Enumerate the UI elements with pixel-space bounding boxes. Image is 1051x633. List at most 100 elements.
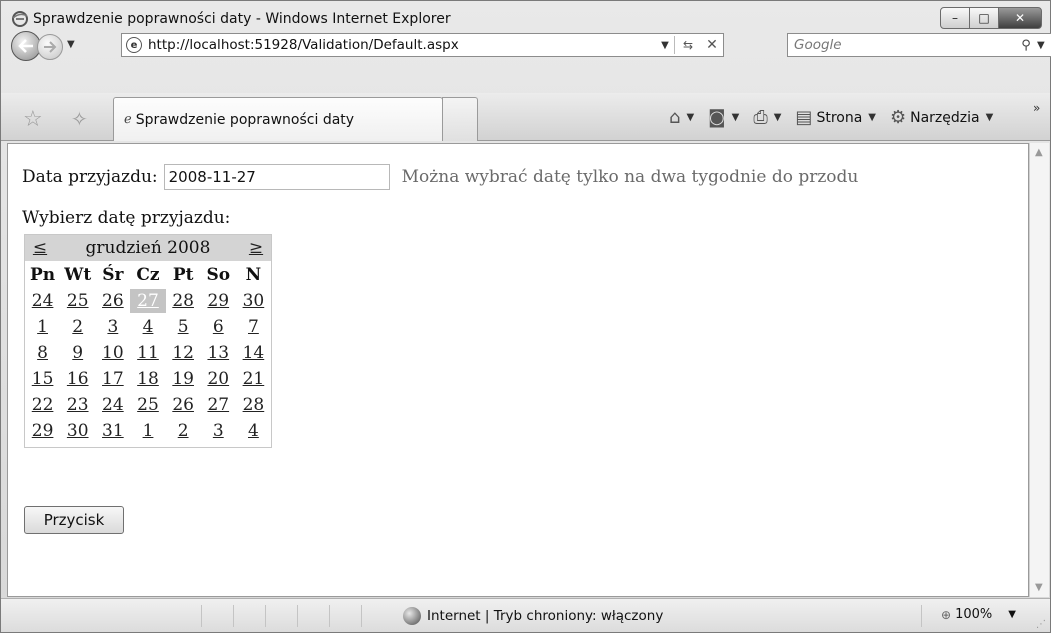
page-icon[interactable]: ▤ <box>795 107 812 128</box>
calendar-day[interactable]: 24 <box>25 289 60 313</box>
calendar-day[interactable]: 2 <box>166 419 201 443</box>
calendar-day[interactable]: 4 <box>236 419 271 443</box>
home-dropdown-icon[interactable]: ▼ <box>686 112 694 123</box>
calendar-caption: Wybierz datę przyjazdu: <box>22 208 231 228</box>
calendar-day[interactable]: 8 <box>25 341 60 365</box>
calendar-day[interactable]: 28 <box>236 393 271 417</box>
search-box[interactable]: Google ⚲ ▼ <box>787 33 1051 57</box>
recent-pages-dropdown-icon[interactable]: ▼ <box>67 39 75 50</box>
calendar-day-selected[interactable]: 27 <box>130 289 166 313</box>
submit-button[interactable]: Przycisk <box>24 506 124 534</box>
new-tab-button[interactable] <box>442 97 478 141</box>
calendar-day[interactable]: 2 <box>60 315 95 339</box>
window-title: Sprawdzenie poprawności daty - Windows I… <box>33 11 451 27</box>
date-input[interactable]: 2008-11-27 <box>163 164 390 190</box>
resize-grip-icon[interactable]: ⋰ <box>1036 619 1046 630</box>
home-icon[interactable]: ⌂ <box>669 107 680 128</box>
status-divider <box>921 605 922 627</box>
stop-icon[interactable]: ✕ <box>701 37 723 53</box>
calendar-day[interactable]: 1 <box>25 315 60 339</box>
calendar-day[interactable]: 24 <box>95 393 130 417</box>
print-dropdown-icon[interactable]: ▼ <box>774 112 782 123</box>
calendar-day[interactable]: 12 <box>166 341 201 365</box>
calendar-grid: Pn Wt Śr Cz Pt So N 24 25 26 27 28 29 30 1 2 3 4 5 6 7 8 9 10 11… <box>25 261 271 447</box>
status-divider <box>265 605 266 627</box>
calendar-day[interactable]: 25 <box>130 393 165 417</box>
maximize-button[interactable]: □ <box>969 7 999 29</box>
scroll-down-icon[interactable]: ▼ <box>1035 582 1043 593</box>
address-dropdown-icon[interactable]: ▼ <box>656 40 674 51</box>
zoom-level: 100% <box>955 607 993 622</box>
calendar-day[interactable]: 17 <box>95 367 130 391</box>
calendar-day-header: Pt <box>172 265 194 285</box>
calendar-day[interactable]: 9 <box>60 341 95 365</box>
feeds-dropdown-icon[interactable]: ▼ <box>732 112 740 123</box>
rss-icon[interactable]: ◙ <box>708 107 725 128</box>
status-divider <box>201 605 202 627</box>
zoom-control[interactable]: ⊕ 100% ▼ <box>941 607 1016 622</box>
zoom-dropdown-icon[interactable]: ▼ <box>1008 609 1016 620</box>
search-dropdown-icon[interactable]: ▼ <box>1037 40 1051 51</box>
calendar-day[interactable]: 16 <box>60 367 95 391</box>
calendar-day[interactable]: 7 <box>236 315 271 339</box>
status-bar: Internet | Tryb chroniony: włączony ⊕ 10… <box>1 598 1050 632</box>
calendar-day[interactable]: 22 <box>25 393 60 417</box>
page-dropdown-icon[interactable]: ▼ <box>868 112 876 123</box>
calendar-month-label: grudzień 2008 <box>85 238 211 258</box>
calendar-day-header: Pn <box>29 265 56 285</box>
address-bar[interactable]: e http://localhost:51928/Validation/Defa… <box>121 33 724 57</box>
next-month-link[interactable]: ≥ <box>241 238 271 258</box>
calendar-day[interactable]: 4 <box>130 315 165 339</box>
calendar-day[interactable]: 11 <box>130 341 165 365</box>
tools-dropdown-icon[interactable]: ▼ <box>986 112 994 123</box>
calendar-day[interactable]: 30 <box>236 289 271 313</box>
gear-icon[interactable]: ⚙ <box>890 107 906 128</box>
calendar-day-header: Wt <box>64 265 92 285</box>
calendar-day[interactable]: 31 <box>95 419 130 443</box>
page-menu-label[interactable]: Strona <box>816 110 862 126</box>
date-row: Data przyjazdu: 2008-11-27 Można wybrać … <box>22 164 858 190</box>
calendar-day[interactable]: 10 <box>95 341 130 365</box>
toolbar-overflow-icon[interactable]: » <box>1033 101 1040 115</box>
security-zone-label: Internet | Tryb chroniony: włączony <box>427 608 664 624</box>
calendar-day[interactable]: 25 <box>60 289 95 313</box>
calendar-day[interactable]: 15 <box>25 367 60 391</box>
calendar-day[interactable]: 29 <box>25 419 60 443</box>
close-button[interactable]: ✕ <box>998 7 1042 29</box>
tab-active[interactable]: ℯ Sprawdzenie poprawności daty <box>113 97 443 141</box>
tools-menu-label[interactable]: Narzędzia <box>910 110 979 126</box>
add-favorites-icon[interactable]: ✧ <box>71 107 88 131</box>
vertical-scrollbar[interactable]: ▲ ▼ <box>1029 143 1049 597</box>
calendar-day[interactable]: 21 <box>236 367 271 391</box>
calendar-day[interactable]: 1 <box>130 419 165 443</box>
calendar-day[interactable]: 19 <box>166 367 201 391</box>
printer-icon[interactable]: ⎙ <box>753 107 767 128</box>
forward-button[interactable] <box>37 34 63 60</box>
calendar-day[interactable]: 26 <box>95 289 130 313</box>
calendar-day[interactable]: 23 <box>60 393 95 417</box>
calendar-day[interactable]: 29 <box>201 289 236 313</box>
scroll-up-icon[interactable]: ▲ <box>1035 147 1043 158</box>
calendar-day[interactable]: 30 <box>60 419 95 443</box>
refresh-icon[interactable]: ⇆ <box>675 38 701 52</box>
favorites-star-icon[interactable]: ☆ <box>23 107 43 132</box>
calendar-day[interactable]: 20 <box>201 367 236 391</box>
prev-month-link[interactable]: ≤ <box>25 238 55 258</box>
security-zone[interactable]: Internet | Tryb chroniony: włączony <box>403 607 663 625</box>
calendar-day[interactable]: 3 <box>95 315 130 339</box>
window-controls: – □ ✕ <box>940 7 1042 29</box>
search-input[interactable]: Google <box>788 37 1015 53</box>
calendar-day[interactable]: 5 <box>166 315 201 339</box>
calendar-day[interactable]: 28 <box>166 289 201 313</box>
search-icon[interactable]: ⚲ <box>1015 38 1037 53</box>
calendar-day[interactable]: 3 <box>201 419 236 443</box>
address-url[interactable]: http://localhost:51928/Validation/Defaul… <box>148 37 656 53</box>
back-arrow-icon <box>18 39 33 53</box>
calendar-day[interactable]: 14 <box>236 341 271 365</box>
minimize-button[interactable]: – <box>940 7 970 29</box>
calendar-day[interactable]: 6 <box>201 315 236 339</box>
calendar-day[interactable]: 13 <box>201 341 236 365</box>
calendar-day[interactable]: 26 <box>166 393 201 417</box>
calendar-day[interactable]: 18 <box>130 367 165 391</box>
calendar-day[interactable]: 27 <box>201 393 236 417</box>
